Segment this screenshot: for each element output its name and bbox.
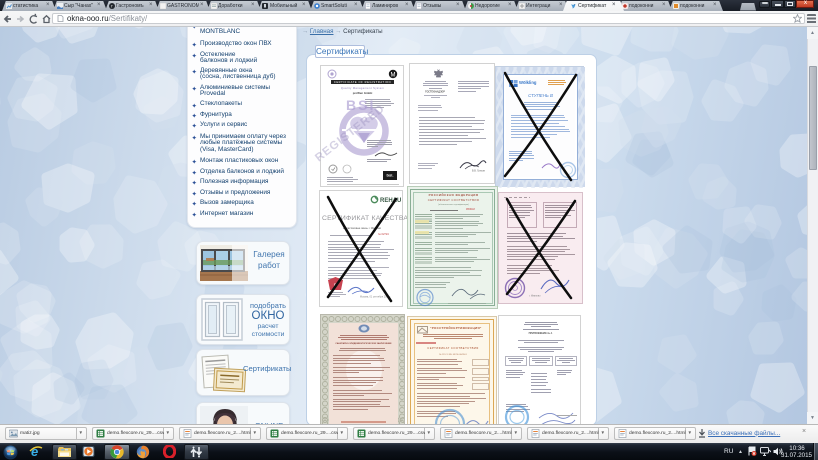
svg-text:M: M	[391, 72, 396, 78]
svg-text:Г: Г	[111, 5, 113, 9]
